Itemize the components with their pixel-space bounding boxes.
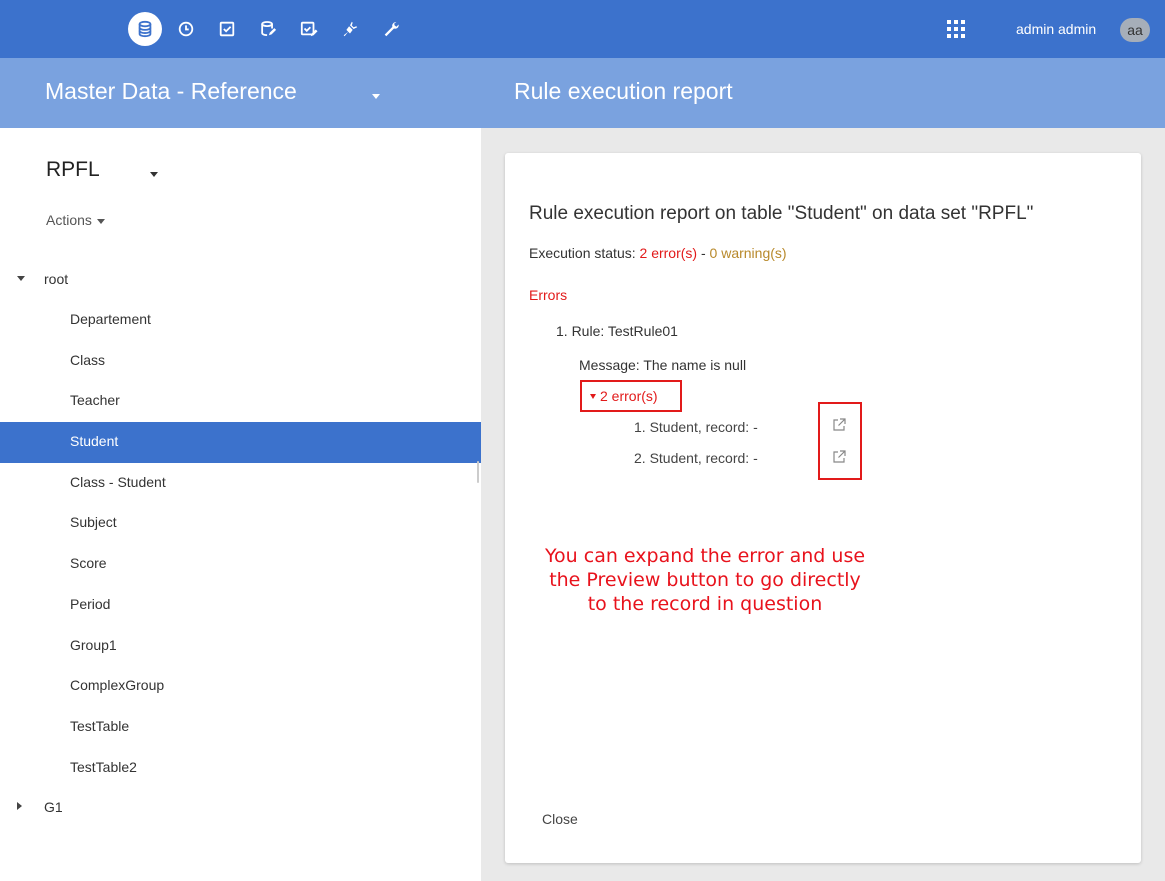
- report-card: Rule execution report on table "Student"…: [505, 153, 1141, 863]
- tree-item-subject[interactable]: Subject: [0, 503, 481, 544]
- tree-item-label: Class: [70, 351, 106, 368]
- external-link-icon[interactable]: [831, 417, 847, 433]
- tree-item-label: ComplexGroup: [70, 677, 165, 694]
- caret-down-icon: [96, 218, 105, 224]
- tree-node-root[interactable]: root: [0, 260, 481, 300]
- errors-toggle-label: 2 error(s): [600, 388, 658, 404]
- close-button[interactable]: Close: [542, 811, 578, 827]
- tree-item-label: TestTable: [70, 717, 130, 734]
- tree-item-departement[interactable]: Departement: [0, 300, 481, 341]
- tree-item-label: Teacher: [70, 392, 120, 409]
- tree-item-label: Subject: [70, 514, 117, 531]
- status-label: Execution status:: [529, 245, 640, 261]
- tree-item-label: Student: [70, 433, 119, 450]
- tree-item-class-student[interactable]: Class - Student: [0, 463, 481, 504]
- tree-item-label: G1: [44, 799, 63, 816]
- navigation-panel: RPFL Actions root Departement Class Teac…: [0, 128, 481, 881]
- clock-icon[interactable]: [169, 12, 203, 46]
- tree-item-g1[interactable]: G1: [0, 788, 481, 829]
- app-icon-bar: [128, 12, 415, 46]
- tree-item-period[interactable]: Period: [0, 585, 481, 626]
- tree-item-label: Class - Student: [70, 473, 166, 490]
- tree-item-label: TestTable2: [70, 758, 137, 775]
- annotation-line: to the record in question: [587, 593, 823, 615]
- database-icon[interactable]: [128, 12, 162, 46]
- external-link-icon[interactable]: [831, 449, 847, 465]
- errors-section-title: Errors: [529, 287, 568, 303]
- status-separator: -: [697, 245, 710, 261]
- apps-grid-icon[interactable]: [947, 20, 965, 38]
- status-warning-count: 0 warning(s): [709, 245, 787, 261]
- error-record-item: 2. Student, record: -: [634, 450, 758, 466]
- expand-caret-icon[interactable]: [17, 802, 22, 811]
- top-navigation-bar: admin admin aa: [0, 0, 1165, 58]
- caret-down-icon: [590, 393, 596, 399]
- error-record-item: 1. Student, record: -: [634, 419, 758, 435]
- avatar[interactable]: aa: [1120, 18, 1150, 42]
- tree-item-label: Score: [70, 555, 107, 572]
- expand-caret-icon[interactable]: [17, 276, 25, 281]
- dataset-selector[interactable]: RPFL: [46, 158, 100, 182]
- tree-node-label: root: [44, 271, 69, 287]
- annotation-line: the Preview button to go directly: [549, 569, 861, 591]
- tree-item-student[interactable]: Student: [0, 422, 481, 463]
- dataspace-title[interactable]: Master Data - Reference: [45, 78, 297, 105]
- status-error-count: 2 error(s): [639, 245, 698, 261]
- annotation-text: You can expand the error and use the Pre…: [505, 544, 905, 616]
- tree-item-score[interactable]: Score: [0, 544, 481, 585]
- highlight-box: [818, 402, 862, 480]
- tree-item-teacher[interactable]: Teacher: [0, 381, 481, 422]
- user-name[interactable]: admin admin: [1016, 21, 1096, 37]
- dataspace-header: Master Data - Reference Rule execution r…: [0, 58, 1165, 128]
- execution-status: Execution status: 2 error(s) - 0 warning…: [529, 245, 787, 261]
- rule-message: Message: The name is null: [579, 357, 747, 373]
- rule-name: 1. Rule: TestRule01: [556, 323, 678, 339]
- checkbox-icon[interactable]: [210, 12, 244, 46]
- annotation-line: You can expand the error and use: [544, 545, 866, 567]
- checkbox-edit-icon[interactable]: [292, 12, 326, 46]
- tree-item-complexgroup[interactable]: ComplexGroup: [0, 666, 481, 707]
- tree-item-class[interactable]: Class: [0, 341, 481, 382]
- database-edit-icon[interactable]: [251, 12, 285, 46]
- plug-icon[interactable]: [333, 12, 367, 46]
- actions-label: Actions: [46, 212, 92, 228]
- tree-item-testtable2[interactable]: TestTable2: [0, 748, 481, 789]
- actions-menu[interactable]: Actions: [46, 212, 105, 228]
- tree-item-label: Group1: [70, 636, 117, 653]
- errors-expand-toggle[interactable]: 2 error(s): [580, 380, 682, 412]
- chevron-down-icon[interactable]: [150, 172, 158, 177]
- wrench-icon[interactable]: [374, 12, 408, 46]
- table-tree: root Departement Class Teacher Student C…: [0, 260, 481, 829]
- page-title: Rule execution report: [514, 78, 733, 104]
- panel-resize-handle[interactable]: [477, 461, 479, 483]
- tree-item-group1[interactable]: Group1: [0, 626, 481, 667]
- report-heading: Rule execution report on table "Student"…: [529, 203, 1034, 224]
- tree-item-testtable[interactable]: TestTable: [0, 707, 481, 748]
- tree-item-label: Departement: [70, 311, 151, 327]
- tree-item-label: Period: [70, 595, 111, 612]
- chevron-down-icon[interactable]: [372, 94, 380, 99]
